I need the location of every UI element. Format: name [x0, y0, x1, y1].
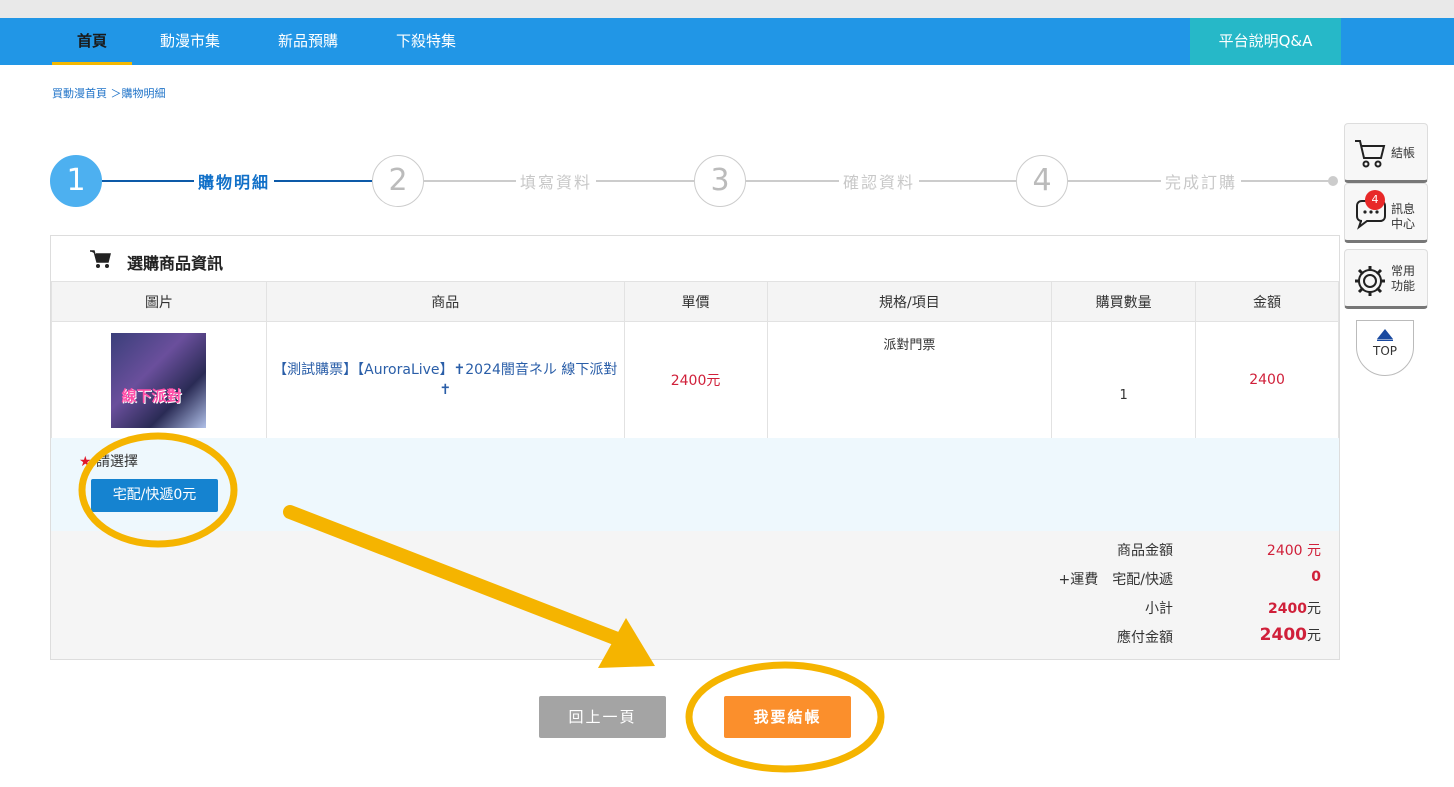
summary-row-shipping: +運費 宅配/快遞 0 — [921, 569, 1321, 589]
column-header: 金額 — [1195, 281, 1339, 322]
main-nav: 首頁 動漫市集 新品預購 下殺特集 平台說明Q&A — [0, 18, 1454, 65]
goods-amount-label: 商品金額 — [1117, 543, 1173, 559]
checkout-button[interactable]: 我要結帳 — [724, 696, 851, 738]
nav-item-sale[interactable]: 下殺特集 — [376, 18, 476, 65]
nav-item-preorder[interactable]: 新品預購 — [258, 18, 358, 65]
summary-row-total: 應付金額 2400元 — [921, 625, 1321, 646]
product-image-cell: 線下派對 — [51, 321, 267, 439]
nav-item-home[interactable]: 首頁 — [52, 18, 132, 65]
column-header: 圖片 — [51, 281, 267, 322]
column-header: 單價 — [623, 281, 768, 322]
shipping-label: ★ 請選擇 — [79, 451, 138, 471]
product-name-link[interactable]: 【測試購票】【AuroraLive】✝2024闇音ネル 線下派對 ✝ — [267, 360, 624, 400]
step-4-circle: 4 — [1016, 155, 1068, 207]
cart-outline-icon — [1355, 140, 1386, 168]
total-value: 2400元 — [1260, 625, 1321, 645]
checkout-steps: 1 購物明細 2 填寫資料 3 確認資料 4 完成訂購 — [50, 155, 1340, 207]
sidebar-tools[interactable]: 常用 功能 — [1344, 249, 1428, 309]
back-to-top-label: TOP — [1372, 344, 1397, 358]
step-end-dot — [1328, 176, 1338, 186]
subtotal-unit: 元 — [1307, 601, 1321, 617]
total-label: 應付金額 — [1117, 630, 1173, 646]
shipping-option-button[interactable]: 宅配/快遞0元 — [91, 479, 218, 512]
table-row: 線下派對 【測試購票】【AuroraLive】✝2024闇音ネル 線下派對 ✝ … — [51, 321, 1339, 439]
top-strip — [0, 0, 1454, 18]
step-1-circle: 1 — [50, 155, 102, 207]
step-3-circle: 3 — [694, 155, 746, 207]
gear-icon — [1355, 266, 1385, 296]
quantity: 1 — [1051, 321, 1197, 439]
step-3-label: 確認資料 — [839, 169, 920, 193]
cart-icon — [90, 250, 111, 268]
back-button[interactable]: 回上一頁 — [539, 696, 666, 738]
step-1-label: 購物明細 — [194, 169, 275, 193]
line-amount: 2400 — [1195, 321, 1339, 439]
product-image[interactable]: 線下派對 — [111, 332, 207, 428]
sidebar-messages-label-1: 訊息 — [1391, 202, 1416, 216]
message-count-badge: 4 — [1365, 190, 1385, 210]
table-header-row: 圖片 商品 單價 規格/項目 購買數量 金額 — [51, 281, 1339, 322]
sidebar-messages-label-2: 中心 — [1391, 217, 1416, 231]
arrow-up-icon — [1377, 329, 1393, 341]
subtotal-number: 2400 — [1268, 601, 1307, 617]
cart-panel: 選購商品資訊 圖片 商品 單價 規格/項目 購買數量 金額 線下派對 【測試購票… — [50, 235, 1340, 660]
required-star-icon: ★ — [79, 454, 92, 470]
sidebar-checkout[interactable]: 結帳 — [1344, 123, 1428, 183]
step-4-label: 完成訂購 — [1161, 169, 1242, 193]
panel-title: 選購商品資訊 — [127, 254, 224, 273]
goods-amount-value: 2400 元 — [1266, 543, 1321, 559]
shipping-section: ★ 請選擇 宅配/快遞0元 — [51, 438, 1339, 531]
column-header: 商品 — [265, 281, 625, 322]
step-2-label: 填寫資料 — [516, 169, 597, 193]
shipping-fee-label: +運費 宅配/快遞 — [1058, 572, 1173, 588]
product-name-cell: 【測試購票】【AuroraLive】✝2024闇音ネル 線下派對 ✝ — [265, 321, 625, 439]
subtotal-value: 2400元 — [1268, 598, 1321, 618]
shipping-prompt: 請選擇 — [96, 454, 139, 470]
sidebar-checkout-label: 結帳 — [1391, 146, 1416, 160]
breadcrumb[interactable]: 買動漫首頁 ＞購物明細 — [52, 85, 166, 101]
step-2-circle: 2 — [372, 155, 424, 207]
back-to-top-button[interactable]: TOP — [1356, 320, 1414, 376]
product-image-caption: 線下派對 — [121, 386, 182, 405]
qa-button[interactable]: 平台說明Q&A — [1190, 18, 1341, 65]
sidebar-messages[interactable]: 4 訊息 中心 — [1344, 183, 1428, 243]
sidebar-tools-label-2: 功能 — [1391, 279, 1416, 293]
total-unit: 元 — [1307, 628, 1321, 644]
shipping-fee-value: 0 — [1311, 569, 1321, 585]
cart-table: 圖片 商品 單價 規格/項目 購買數量 金額 線下派對 【測試購票】【Auror… — [51, 281, 1339, 439]
order-summary: 商品金額 2400 元 +運費 宅配/快遞 0 小計 2400元 應付金額 24… — [51, 531, 1339, 659]
subtotal-label: 小計 — [1145, 601, 1173, 617]
column-header: 購買數量 — [1051, 281, 1197, 322]
column-header: 規格/項目 — [766, 281, 1053, 322]
summary-row-goods: 商品金額 2400 元 — [921, 540, 1321, 560]
unit-price: 2400元 — [623, 321, 768, 439]
spec-item: 派對門票 — [766, 321, 1053, 439]
summary-row-subtotal: 小計 2400元 — [921, 598, 1321, 618]
sidebar-tools-label-1: 常用 — [1391, 264, 1416, 278]
nav-item-anime-market[interactable]: 動漫市集 — [140, 18, 240, 65]
total-number: 2400 — [1259, 625, 1307, 645]
